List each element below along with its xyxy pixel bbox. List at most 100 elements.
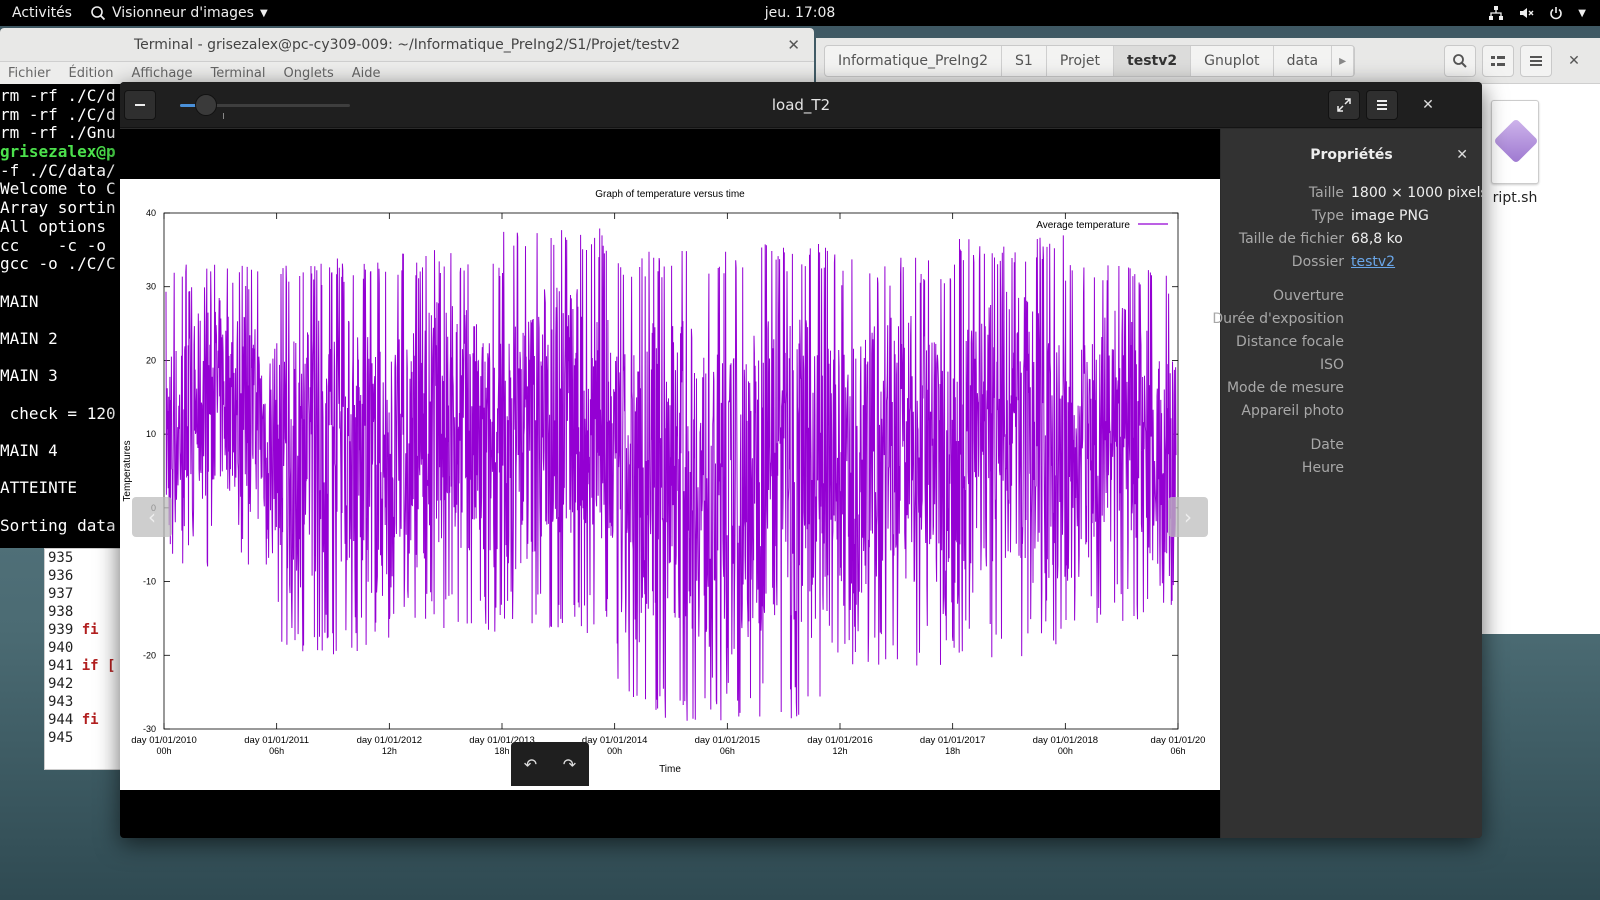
property-row: Mode de mesure — [1221, 380, 1482, 402]
file-manager-header: Informatique_PreIng2 S1 Projet testv2 Gnuplo… — [816, 38, 1600, 84]
file-name: ript.sh — [1492, 190, 1538, 206]
view-toggle-button[interactable] — [1482, 45, 1514, 77]
close-icon[interactable]: ✕ — [787, 36, 800, 54]
activities-button[interactable]: Activités — [0, 5, 84, 21]
list-view-icon — [1491, 56, 1505, 66]
chevron-right-icon[interactable]: ▸ — [1332, 46, 1355, 76]
line-number: 935 — [48, 550, 74, 566]
chevron-down-icon[interactable]: ▼ — [1578, 8, 1586, 19]
series-line-average-temperature — [165, 228, 1177, 721]
y-tick-label: 30 — [146, 282, 156, 292]
property-row: Distance focale — [1221, 334, 1482, 356]
line-number: 941 — [48, 658, 74, 674]
breadcrumb-item[interactable]: S1 — [1002, 46, 1047, 76]
line-number: 938 — [48, 604, 74, 620]
line-number: 945 — [48, 730, 74, 746]
menu-affichage[interactable]: Affichage — [131, 66, 192, 81]
x-tick-sublabel: 18h — [494, 746, 509, 756]
property-key: Taille — [1308, 185, 1344, 201]
app-menu[interactable]: Visionneur d'images ▼ — [90, 5, 268, 21]
property-row: Dossier testv2 — [1221, 254, 1482, 276]
chart-title: Graph of temperature versus time — [595, 189, 745, 200]
breadcrumb-item[interactable]: Projet — [1047, 46, 1115, 76]
x-tick-label: day 01/01/2014 — [582, 735, 648, 746]
menu-edition[interactable]: Édition — [69, 66, 114, 81]
search-icon — [1453, 54, 1467, 68]
x-tick-label: day 01/01/2016 — [807, 735, 873, 746]
viewer-close-button[interactable]: ✕ — [1412, 90, 1444, 120]
terminal-titlebar[interactable]: Terminal - grisezalex@pc-cy309-009: ~/In… — [0, 28, 814, 62]
image-viewer-window[interactable]: load_T2 ✕ -30-20-10010203040day 01/01/20… — [120, 82, 1482, 838]
property-value: 1800 × 1000 pixels — [1351, 185, 1482, 201]
image-viewer-icon — [91, 6, 106, 21]
script-file-icon — [1491, 100, 1539, 184]
close-icon[interactable]: ✕ — [1456, 147, 1468, 163]
property-row: ISO — [1221, 357, 1482, 379]
image-canvas[interactable]: -30-20-10010203040day 01/01/201000hday 0… — [120, 129, 1220, 838]
property-row: Ouverture — [1221, 288, 1482, 310]
y-tick-label: -20 — [143, 650, 156, 660]
breadcrumb-item[interactable]: Gnuplot — [1191, 46, 1274, 76]
menu-onglets[interactable]: Onglets — [284, 66, 334, 81]
breadcrumb-item[interactable]: Informatique_PreIng2 — [825, 46, 1003, 76]
x-tick-sublabel: 06h — [269, 746, 284, 756]
property-row: Taille 1800 × 1000 pixels — [1221, 185, 1482, 207]
property-key: Heure — [1301, 460, 1344, 476]
line-number: 937 — [48, 586, 74, 602]
breadcrumb-item[interactable]: data — [1274, 46, 1333, 76]
property-row: Type image PNG — [1221, 208, 1482, 230]
rotate-left-icon[interactable]: ↶ — [524, 755, 537, 774]
menu-fichier[interactable]: Fichier — [8, 66, 51, 81]
menu-aide[interactable]: Aide — [352, 66, 381, 81]
search-button[interactable] — [1444, 45, 1476, 77]
editor-line: 940 — [45, 639, 123, 657]
rotate-right-icon[interactable]: ↷ — [563, 755, 576, 774]
editor-line: 935 — [45, 549, 123, 567]
next-image-button[interactable]: › — [1168, 497, 1208, 537]
text-editor-window[interactable]: 935 936 937 938 939 fi 940 941 if [942 94… — [44, 548, 124, 770]
x-tick-sublabel: 12h — [832, 746, 847, 756]
x-tick-sublabel: 00h — [607, 746, 622, 756]
property-key: Dossier — [1291, 254, 1344, 270]
network-icon[interactable] — [1488, 5, 1504, 21]
folder-link[interactable]: testv2 — [1351, 254, 1395, 270]
line-code: if [ — [81, 658, 116, 674]
clock[interactable]: jeu. 17:08 — [765, 5, 836, 21]
fullscreen-button[interactable] — [1328, 90, 1360, 120]
volume-muted-icon[interactable] — [1518, 5, 1534, 21]
viewer-title: load_T2 — [771, 96, 831, 114]
properties-sidebar: Propriétés ✕ Taille 1800 × 1000 pixels Typ… — [1212, 129, 1482, 838]
close-button[interactable]: ✕ — [1558, 45, 1590, 77]
menu-terminal[interactable]: Terminal — [211, 66, 266, 81]
power-icon[interactable] — [1548, 5, 1564, 21]
property-row: Taille de fichier 68,8 ko — [1221, 231, 1482, 253]
previous-image-button[interactable]: ‹ — [132, 497, 172, 537]
x-tick-label: day 01/01/2010 — [131, 735, 197, 746]
x-axis-label: Time — [659, 764, 681, 775]
terminal-title: Terminal - grisezalex@pc-cy309-009: ~/In… — [133, 36, 680, 53]
editor-line: 937 — [45, 585, 123, 603]
line-number: 940 — [48, 640, 74, 656]
displayed-image: -30-20-10010203040day 01/01/201000hday 0… — [120, 179, 1220, 790]
property-value: image PNG — [1351, 208, 1429, 224]
x-tick-sublabel: 18h — [945, 746, 960, 756]
editor-line: 941 if [ — [45, 657, 123, 675]
close-icon: ✕ — [1422, 97, 1434, 113]
chevron-left-icon: ‹ — [148, 505, 156, 529]
editor-line: 936 — [45, 567, 123, 585]
line-code: fi — [81, 712, 99, 728]
viewer-menu-button[interactable] — [1366, 90, 1398, 120]
y-tick-label: -10 — [143, 577, 156, 587]
menu-button[interactable] — [1520, 45, 1552, 77]
y-tick-label: 40 — [146, 208, 156, 218]
fullscreen-icon — [1337, 98, 1351, 112]
x-tick-sublabel: 06h — [720, 746, 735, 756]
property-key: ISO — [1319, 357, 1344, 373]
line-number: 943 — [48, 694, 74, 710]
viewer-headerbar[interactable]: load_T2 ✕ — [120, 82, 1482, 128]
y-tick-label: 20 — [146, 355, 156, 365]
property-value: 68,8 ko — [1351, 231, 1403, 247]
file-item[interactable]: ript.sh — [1474, 100, 1556, 206]
y-tick-label: 10 — [146, 429, 156, 439]
breadcrumb-item[interactable]: testv2 — [1114, 46, 1192, 76]
